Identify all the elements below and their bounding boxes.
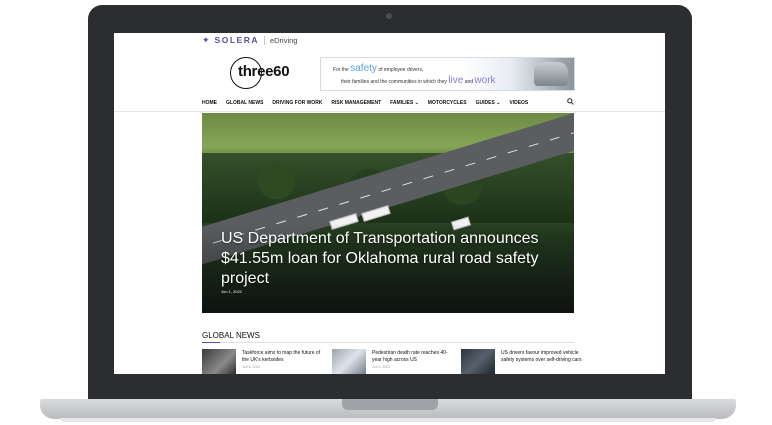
banner-line-1: For the safety of employee drivers, <box>333 63 424 74</box>
news-title[interactable]: Taskforce aims to map the future of the … <box>242 350 324 364</box>
hero-title[interactable]: US Department of Transportation announce… <box>221 229 566 289</box>
nav-guides[interactable]: GUIDES ⌄ <box>476 100 501 106</box>
news-date: Jun 1, 2022 <box>372 365 391 369</box>
nav-risk-management[interactable]: RISK MANAGEMENT <box>331 100 381 106</box>
news-card[interactable]: US drivers favour improved vehicle safet… <box>461 349 583 374</box>
laptop-base-notch <box>342 399 438 410</box>
news-title[interactable]: Pedestrian death rate reaches 40-year hi… <box>372 350 454 364</box>
section-accent <box>202 342 220 343</box>
solera-logo[interactable]: SOLERA <box>215 35 259 45</box>
nav-home[interactable]: HOME <box>202 100 217 106</box>
edriving-label[interactable]: eDriving <box>270 36 298 45</box>
news-thumbnail <box>461 349 495 374</box>
main-nav: HOME GLOBAL NEWS DRIVING FOR WORK RISK M… <box>202 97 578 109</box>
top-brand-bar: ✦ SOLERA eDriving <box>202 33 297 47</box>
nav-motorcycles[interactable]: MOTORCYCLES <box>428 100 467 106</box>
nav-families[interactable]: FAMILIES ⌄ <box>390 100 419 106</box>
news-card[interactable]: Pedestrian death rate reaches 40-year hi… <box>332 349 454 374</box>
nav-global-news[interactable]: GLOBAL NEWS <box>226 100 263 106</box>
nav-divider <box>114 111 665 112</box>
nav-videos[interactable]: VIDEOS <box>509 100 528 106</box>
nav-driving-for-work[interactable]: DRIVING FOR WORK <box>272 100 322 106</box>
section-title[interactable]: GLOBAL NEWS <box>202 331 260 340</box>
solera-mark-icon: ✦ <box>202 34 210 45</box>
news-title[interactable]: US drivers favour improved vehicle safet… <box>501 350 583 364</box>
hero-article[interactable]: US Department of Transportation announce… <box>202 113 574 313</box>
browser-screen: ✦ SOLERA eDriving three60 For the safety… <box>114 33 665 374</box>
search-icon[interactable] <box>567 98 574 107</box>
camera <box>386 13 392 19</box>
logo-text: three60 <box>238 63 290 80</box>
site-logo[interactable]: three60 <box>226 55 296 89</box>
news-date: Jun 6, 2022 <box>242 365 261 369</box>
hero-date: Jun 1, 2022 <box>221 289 242 294</box>
news-card[interactable]: Taskforce aims to map the future of the … <box>202 349 324 374</box>
header-banner-ad[interactable]: For the safety of employee drivers, thei… <box>320 57 575 91</box>
news-thumbnail <box>332 349 366 374</box>
news-thumbnail <box>202 349 236 374</box>
section-rule <box>202 342 574 343</box>
laptop-shadow <box>60 418 716 422</box>
banner-car-image <box>534 62 568 86</box>
banner-line-2: their families and the communities in wh… <box>341 75 496 86</box>
divider <box>263 35 265 45</box>
